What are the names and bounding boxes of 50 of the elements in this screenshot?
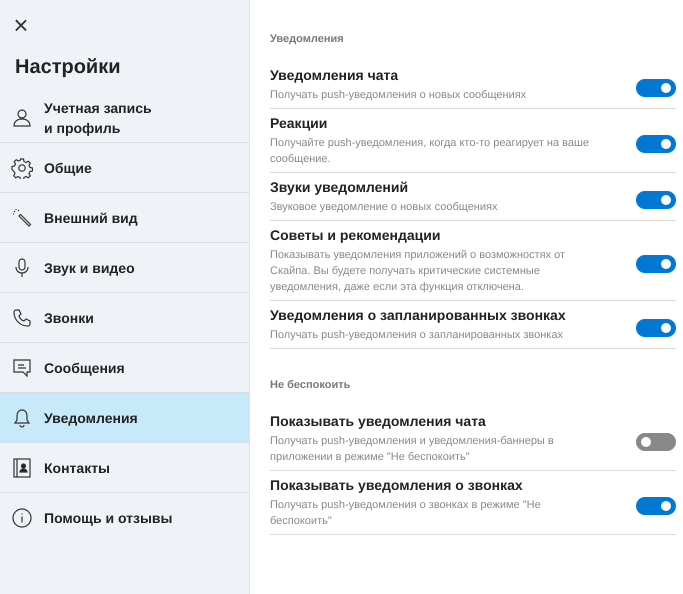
close-button[interactable]: × bbox=[13, 14, 29, 36]
setting-title: Звуки уведомлений bbox=[270, 178, 410, 197]
bell-icon bbox=[11, 406, 33, 428]
sidebar-item[interactable]: Звонки bbox=[0, 293, 249, 343]
setting-title: Реакции bbox=[270, 114, 328, 133]
sidebar-item-label: Звук и видео bbox=[44, 258, 135, 278]
setting-description: Получать push-уведомления о звонках в режиме "Не беспокоить" bbox=[270, 498, 542, 529]
toggle-switch[interactable] bbox=[636, 318, 676, 336]
setting-title: Уведомления чата bbox=[270, 66, 400, 85]
sidebar-item-label: Уведомления bbox=[44, 408, 138, 428]
sidebar-item[interactable]: Помощь и отзывы bbox=[0, 493, 249, 542]
setting-title: Показывать уведомления о звонках bbox=[270, 476, 524, 495]
phone-icon bbox=[11, 306, 33, 328]
contact-card-icon bbox=[11, 456, 33, 478]
setting-title: Советы и рекомендации bbox=[270, 226, 442, 245]
person-icon bbox=[11, 106, 33, 128]
sidebar-item-label: Звонки bbox=[44, 308, 94, 328]
sidebar-item-label: Внешний вид bbox=[44, 208, 138, 228]
toggle-switch[interactable] bbox=[636, 190, 676, 208]
sidebar-item[interactable]: Внешний вид bbox=[0, 193, 249, 243]
setting-description: Получать push-уведомления и уведомления-баннеры в приложении в режиме "Не беспокоить" bbox=[270, 434, 555, 465]
sidebar-item-label: Сообщения bbox=[44, 358, 125, 378]
sidebar-item[interactable]: Учетная запись и профиль bbox=[0, 93, 249, 143]
sidebar-item-label: Помощь и отзывы bbox=[44, 508, 172, 528]
sidebar-item[interactable]: Звук и видео bbox=[0, 243, 249, 293]
toggle-switch[interactable] bbox=[636, 134, 676, 152]
info-icon bbox=[11, 506, 33, 528]
sidebar-item-label: Контакты bbox=[44, 458, 110, 478]
toggle-switch[interactable] bbox=[636, 254, 676, 272]
message-icon bbox=[11, 356, 33, 378]
toggle-switch[interactable] bbox=[636, 78, 676, 96]
sidebar-item[interactable]: Контакты bbox=[0, 443, 249, 493]
sidebar-item[interactable]: Уведомления bbox=[0, 393, 249, 443]
setting-title: Уведомления о запланированных звонках bbox=[270, 306, 567, 325]
magic-wand-icon bbox=[11, 206, 33, 228]
section-heading: Не беспокоить bbox=[270, 378, 352, 393]
settings-icon bbox=[11, 156, 33, 178]
sidebar-item[interactable]: Общие bbox=[0, 143, 249, 193]
setting-description: Получайте push-уведомления, когда кто-то реагирует на ваше сообщение. bbox=[270, 136, 590, 167]
sidebar-item-label: Учетная запись и профиль bbox=[44, 98, 153, 138]
section-heading: Уведомления bbox=[270, 32, 345, 47]
setting-description: Звуковое уведомление о новых сообщениях bbox=[270, 200, 498, 215]
sidebar-item-label: Общие bbox=[44, 158, 92, 178]
setting-title: Показывать уведомления чата bbox=[270, 412, 487, 431]
setting-description: Получать push-уведомления о новых сообщениях bbox=[270, 88, 528, 103]
setting-description: Показывать уведомления приложений о возможностях от Скайпа. Вы будете получать критические системные уведомления, даже если эта функция отключена. bbox=[270, 248, 566, 295]
setting-description: Получать push-уведомления о запланированных звонках bbox=[270, 328, 564, 343]
settings-title: Настройки bbox=[15, 55, 122, 80]
toggle-switch[interactable] bbox=[636, 496, 676, 514]
toggle-switch[interactable] bbox=[636, 432, 676, 450]
